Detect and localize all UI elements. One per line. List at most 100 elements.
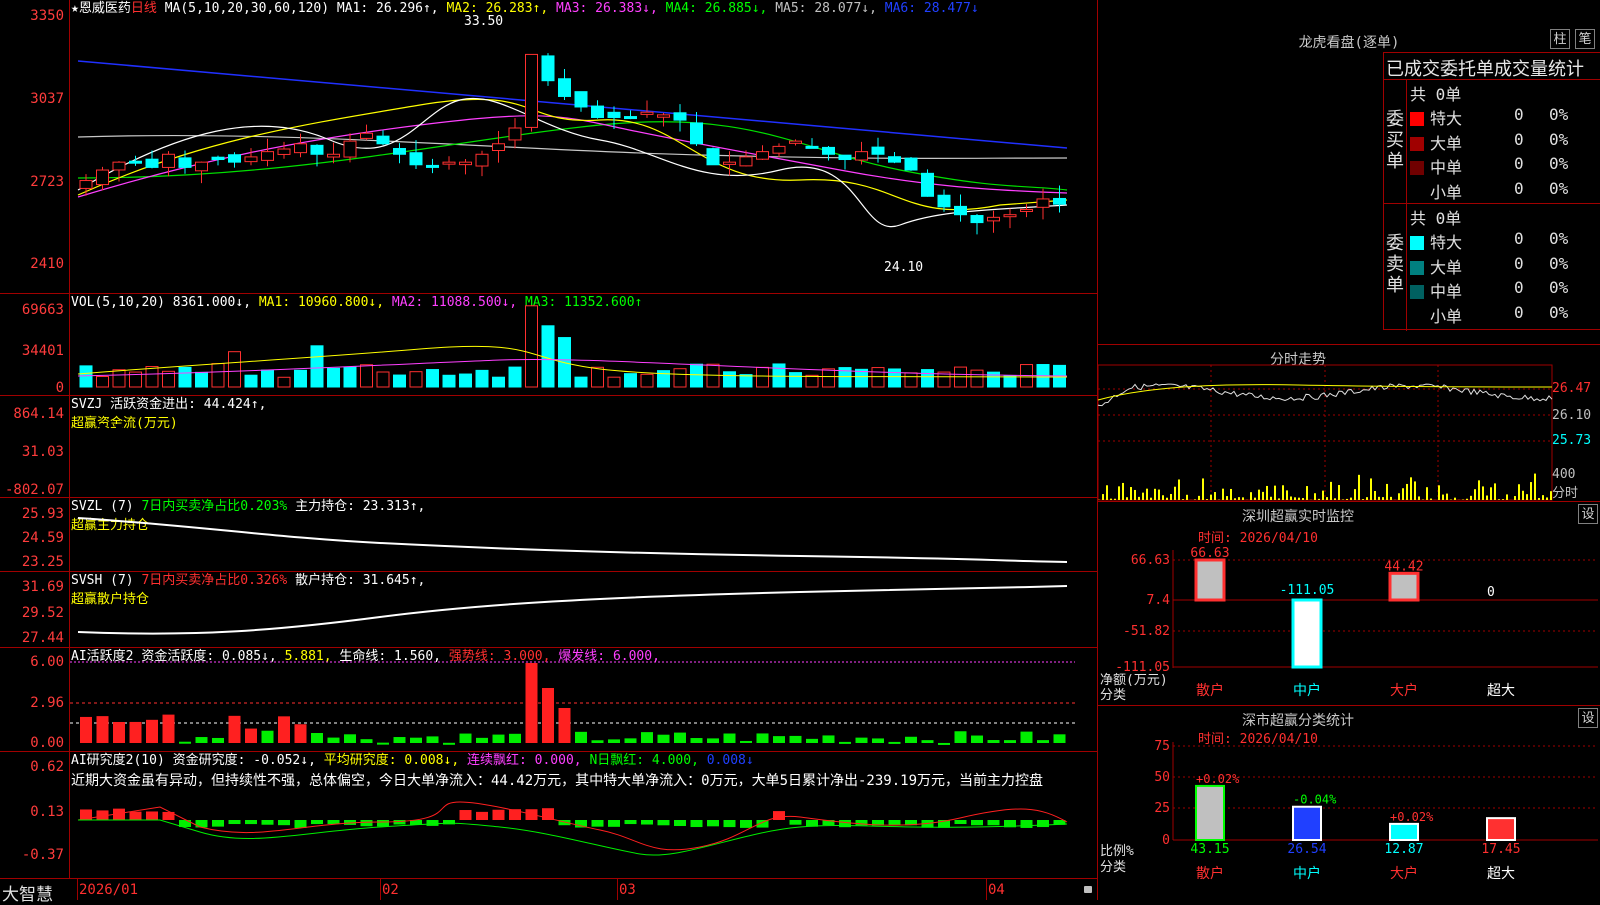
activity-bar xyxy=(361,739,373,743)
volume-chart[interactable] xyxy=(0,294,1097,396)
bar-mode-button[interactable]: 柱 xyxy=(1550,29,1570,49)
flow-bar xyxy=(842,454,848,458)
net-flow-bar-chart[interactable]: 66.637.4-51.82-111.0566.63散户-111.05中户44.… xyxy=(1098,502,1600,706)
intraday-volume-bar xyxy=(1426,487,1428,500)
ai-activity-pane[interactable]: 6.00 2.96 0.00 AI活跃度2 资金活跃度: 0.085↓, 5.8… xyxy=(0,648,1097,752)
row-name: 大单 xyxy=(1430,258,1462,277)
svzj-pane[interactable]: 864.14 31.03 -802.07 SVZJ 活跃资金进出: 44.424… xyxy=(0,396,1097,498)
ratio-bar xyxy=(1390,824,1418,840)
longhu-row: 特大 xyxy=(1410,229,1462,253)
intraday-volume-bar xyxy=(1230,489,1232,500)
intraday-volume-bar xyxy=(1506,494,1508,500)
intraday-volume-bar xyxy=(1138,497,1140,500)
change-label: +0.02% xyxy=(1196,772,1240,786)
ratio-bar-chart[interactable]: 7550250+0.02%43.15散户-0.04%26.54中户+0.02%1… xyxy=(1098,706,1600,900)
svzl-pane[interactable]: 25.93 24.59 23.25 SVZL (7) 7日内买卖净占比0.203… xyxy=(0,498,1097,572)
research-bar xyxy=(212,820,224,827)
row-value: 0 xyxy=(1514,179,1524,198)
intraday-volume-bar xyxy=(1150,498,1152,500)
intraday-volume-bar xyxy=(1514,496,1516,500)
intraday-volume-bar xyxy=(1418,496,1420,500)
intraday-volume-bar xyxy=(1210,495,1212,500)
row-name: 小单 xyxy=(1430,307,1462,326)
activity-bar xyxy=(658,735,670,743)
candle-body xyxy=(773,146,785,153)
flow-bar xyxy=(397,453,403,456)
candle-body xyxy=(97,170,109,185)
volume-bar xyxy=(476,370,488,387)
candle-body xyxy=(724,162,736,164)
flow-bar xyxy=(545,454,551,481)
intraday-volume-bar xyxy=(1206,499,1208,500)
longhu-box: 已成交委托单成交量统计 委买单 委卖单 共 0单 特大00%大单00%中单00%… xyxy=(1383,52,1600,330)
candle-body xyxy=(872,147,884,154)
svsh-pane[interactable]: 31.69 29.52 27.44 SVSH (7) 7日内买卖净占比0.326… xyxy=(0,572,1097,648)
activity-bar xyxy=(575,732,587,743)
activity-bar xyxy=(278,716,290,743)
activity-bar xyxy=(839,742,851,744)
intraday-chart[interactable] xyxy=(1098,345,1600,502)
ai-research-pane[interactable]: 0.62 0.13 -0.37 AI研究度2(10) 资金研究度: -0.052… xyxy=(0,752,1097,878)
retail-position-chart[interactable] xyxy=(0,572,1097,648)
candle-body xyxy=(559,79,571,97)
lock-icon[interactable] xyxy=(1084,886,1092,893)
volume-bar xyxy=(311,346,323,387)
x-label: 02 xyxy=(382,882,399,898)
intraday-volume-bar xyxy=(1522,491,1524,500)
candle-body xyxy=(674,113,686,120)
intraday-volume-bar xyxy=(1234,498,1236,500)
activity-bar xyxy=(146,720,158,743)
volume-bar xyxy=(641,374,653,387)
candle-body xyxy=(245,157,257,162)
volume-bar xyxy=(427,370,439,387)
flow-bar xyxy=(875,454,881,457)
volume-bar xyxy=(922,370,934,387)
intraday-volume-bar xyxy=(1526,494,1528,500)
candle-body xyxy=(311,145,323,154)
intraday-price-mid: 26.10 xyxy=(1552,408,1591,423)
intraday-volume-bar xyxy=(1398,493,1400,500)
intraday-volume-bar xyxy=(1342,499,1344,500)
row-value: 0 xyxy=(1514,278,1524,297)
flow-bar xyxy=(760,450,766,454)
change-label: +0.02% xyxy=(1390,810,1434,824)
research-bar xyxy=(707,820,719,826)
intraday-volume-bar xyxy=(1194,499,1196,500)
activity-bar xyxy=(988,740,1000,743)
candle-body xyxy=(971,216,983,223)
brand-logo[interactable]: 大智慧 xyxy=(2,880,53,905)
volume-bar xyxy=(146,367,158,387)
longhu-title: 龙虎看盘(逐单) xyxy=(1098,32,1600,52)
tick-mode-button[interactable]: 笔 xyxy=(1575,29,1595,49)
activity-bar xyxy=(377,743,389,745)
activity-chart[interactable] xyxy=(0,648,1097,752)
intraday-volume-bar xyxy=(1374,491,1376,500)
intraday-volume-bar xyxy=(1486,496,1488,500)
flow-bar xyxy=(694,454,700,473)
category-label: 大户 xyxy=(1390,865,1418,882)
intraday-volume-bar xyxy=(1110,499,1112,500)
activity-bar xyxy=(806,739,818,743)
main-force-position-chart[interactable] xyxy=(0,498,1097,572)
row-name: 小单 xyxy=(1430,183,1462,202)
activity-bar xyxy=(196,737,208,743)
volume-bar xyxy=(179,367,191,387)
fund-flow-chart[interactable] xyxy=(0,396,1097,498)
intraday-volume-bar xyxy=(1466,499,1468,500)
flow-bar xyxy=(628,454,634,460)
x-divider xyxy=(77,879,78,900)
volume-bar xyxy=(971,370,983,387)
flow-bar xyxy=(908,454,914,457)
flow-bar xyxy=(644,448,650,454)
longhu-row: 特大 xyxy=(1410,105,1462,129)
high-price-label: 33.50 xyxy=(464,14,503,29)
volume-pane[interactable]: 69663 34401 0 VOL(5,10,20) 8361.000↓, MA… xyxy=(0,294,1097,396)
row-name: 大单 xyxy=(1430,134,1462,153)
candlestick-chart[interactable] xyxy=(0,0,1097,294)
price-pane[interactable]: 3350 3037 2723 2410 ★恩威医药日线 MA(5,10,20,3… xyxy=(0,0,1097,294)
longhu-row: 大单 xyxy=(1410,254,1462,278)
volume-bar xyxy=(872,368,884,387)
research-bar xyxy=(377,820,389,826)
volume-bar xyxy=(806,375,818,387)
research-chart[interactable] xyxy=(0,752,1097,878)
